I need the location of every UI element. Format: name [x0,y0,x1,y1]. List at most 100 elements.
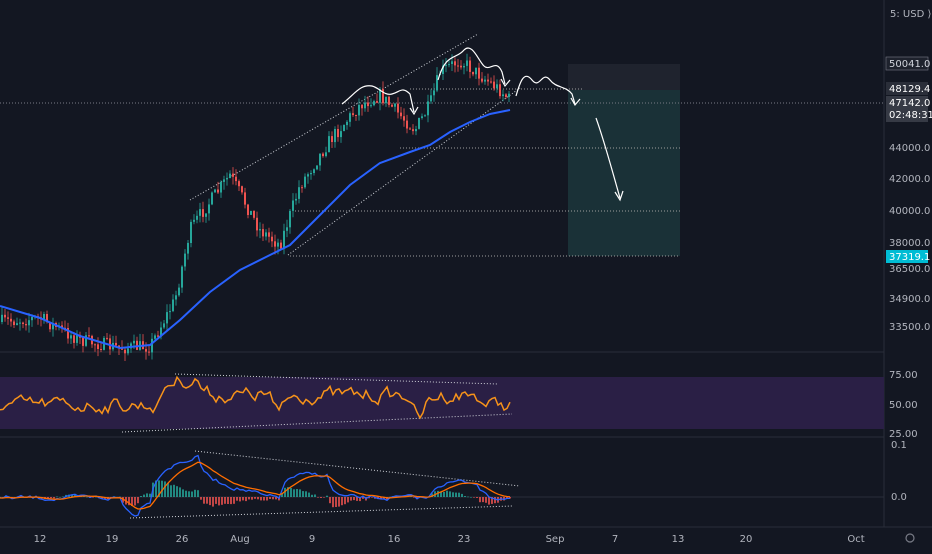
macd-hist-bar [173,484,175,497]
candle-body [322,153,324,157]
macd-hist-bar [143,494,145,497]
macd-hist-bar [371,497,373,498]
macd-hist-bar [185,490,187,497]
macd-hist-bar [170,485,172,497]
candle-body [493,81,495,89]
candle-body [232,173,234,177]
macd-hist-bar [56,496,58,498]
macd-hist-bar [53,497,55,499]
time-label: 26 [176,534,189,545]
candle-body [481,78,483,82]
candle-body [376,101,378,103]
candle-body [334,129,336,143]
macd-hist-bar [347,497,349,503]
time-label: 13 [672,534,685,545]
candle-body [283,230,285,249]
price-tick: 36500.0 [889,264,930,275]
time-label: 9 [309,534,315,545]
macd-hist-bar [134,497,136,506]
candle-body [244,192,246,205]
candle-body [97,344,99,349]
macd-hist-bar [485,497,487,503]
candle-body [94,344,96,346]
candle-body [166,312,168,324]
macd-hist-bar [251,497,253,500]
time-label: Oct [847,534,864,545]
macd-hist-bar [86,496,88,498]
macd-hist-bar [350,497,352,501]
macd-hist-bar [140,496,142,497]
macd-hist-bar [452,492,454,497]
candle-body [115,342,117,346]
macd-hist-bar [197,490,199,497]
candle-body [214,189,216,193]
candle-body [238,181,240,187]
macd-hist-bar [146,493,148,497]
macd-hist-bar [188,491,190,497]
candle-body [457,65,459,67]
candle-body [247,204,249,215]
macd-hist-bar [257,497,259,500]
candle-body [430,95,432,102]
candle-body [319,153,321,166]
macd-hist-bar [293,489,295,497]
macd-hist-bar [335,497,337,507]
candle-body [127,348,129,354]
candle-body [451,61,453,64]
candle-body [490,81,492,83]
price-tick: 34900.0 [889,294,930,305]
candle-body [373,101,375,106]
candle-body [262,229,264,237]
candle-body [394,103,396,107]
candle-body [316,165,318,170]
candle-body [478,67,480,79]
candle-body [397,103,399,113]
candle-body [256,217,258,231]
candle-body [469,60,471,72]
candle-body [193,219,195,222]
macd-hist-bar [191,491,193,497]
candle-body [346,121,348,126]
candle-body [427,101,429,116]
macd-hist-bar [212,497,214,507]
candle-body [352,113,354,115]
candle-body [133,340,135,344]
price-tag-box-top: 50041.0 [889,59,930,70]
candle-body [76,334,78,343]
candle-body [274,241,276,247]
candle-body [364,102,366,109]
candle-body [325,152,327,157]
candle-body [241,186,243,193]
candle-body [328,136,330,153]
candle-body [331,136,333,142]
macd-hist-bar [254,497,256,499]
macd-hist-bar [332,497,334,508]
price-tick: 40000.0 [889,206,930,217]
macd-hist-bar [476,497,478,498]
macd-tick: 0.0 [891,492,907,503]
axis-scale-label: 5: USD ⟩ [890,9,931,20]
candle-body [496,84,498,89]
chart-area[interactable]: 5: USD ⟩ 50041.0 48129.4 47142.0 02:48:3… [0,0,932,550]
candle-body [1,314,3,322]
candle-body [343,125,345,131]
macd-hist-bar [455,492,457,497]
candle-body [181,266,183,288]
candle-body [184,253,186,267]
candle-body [463,66,465,68]
macd-hist-bar [449,491,451,497]
candle-body [148,351,150,353]
macd-hist-bar [272,497,274,500]
candle-body [70,335,72,339]
macd-hist-bar [308,492,310,497]
macd-hist-bar [221,497,223,505]
candle-body [370,105,372,107]
candle-body [310,173,312,175]
candle-body [88,335,90,337]
candle-body [13,321,15,325]
projection-target-zone [568,90,680,256]
candle-body [433,90,435,96]
macd-hist-bar [494,497,496,504]
candle-body [7,317,9,319]
candle-body [472,71,474,75]
